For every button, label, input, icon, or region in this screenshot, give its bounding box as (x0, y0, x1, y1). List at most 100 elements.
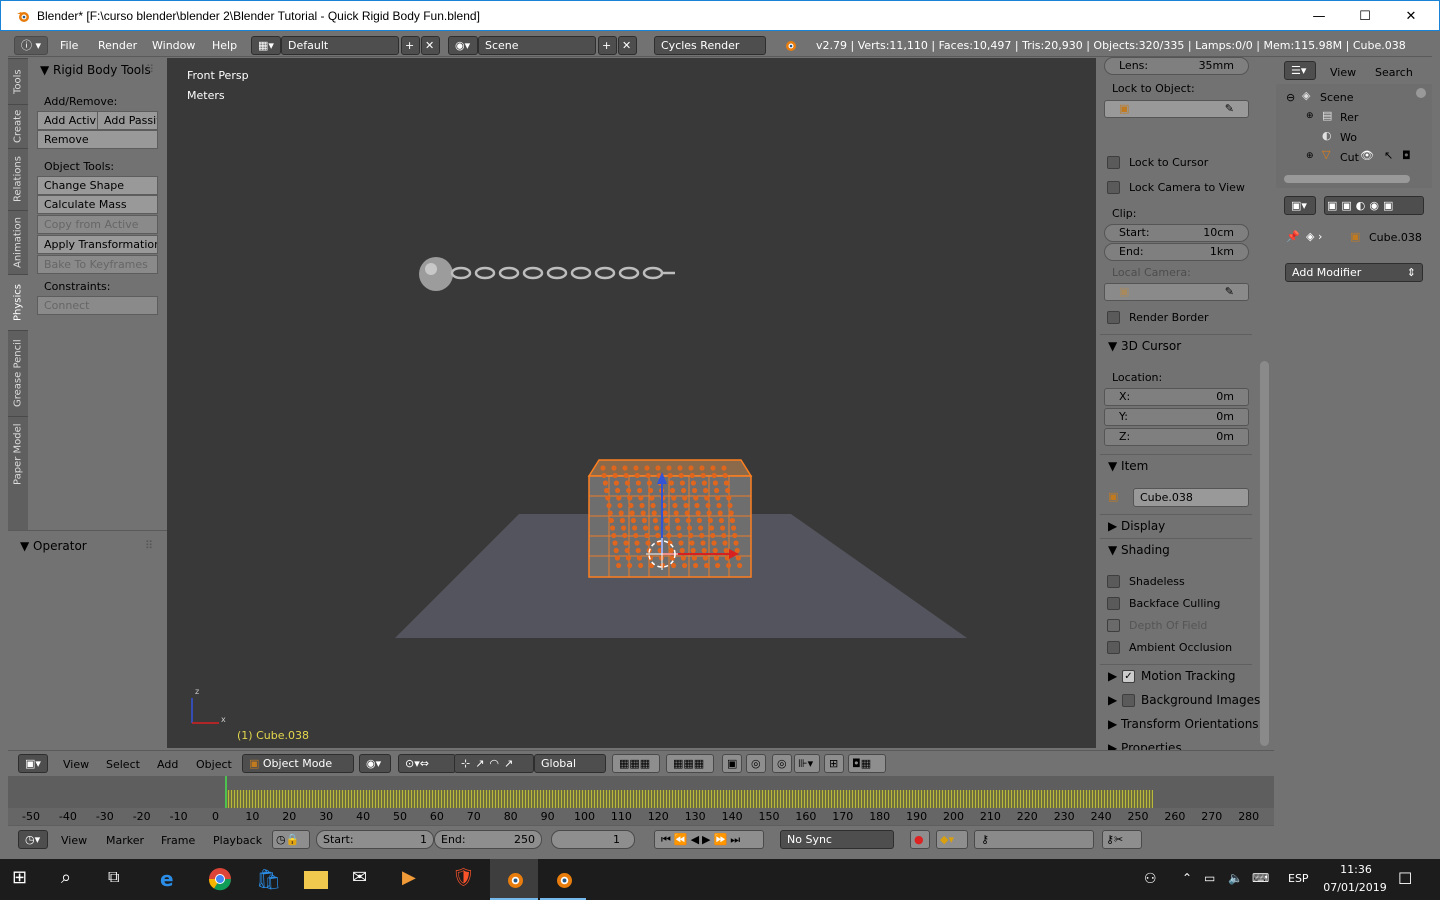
layout-remove-button[interactable]: ✕ (421, 36, 440, 55)
tray-chevron-icon[interactable]: ⌃ (1182, 871, 1192, 885)
network-icon[interactable]: ▭ (1204, 871, 1215, 885)
timeline-menu-frame[interactable]: Frame (161, 834, 195, 847)
timeline-menu-view[interactable]: View (61, 834, 87, 847)
render-engine-select[interactable]: Cycles Render (654, 36, 766, 55)
local-camera-field[interactable]: ▣ ✎ (1104, 283, 1249, 301)
keyframe-insert-icons[interactable]: ⚷✂ (1102, 830, 1142, 849)
menu-file[interactable]: File (60, 39, 78, 52)
edge-icon[interactable]: e (160, 867, 184, 891)
layout-select[interactable]: Default (281, 36, 399, 55)
outliner-editor-type-button[interactable]: ☰▾ (1284, 61, 1316, 80)
selected-cube-stack[interactable] (587, 459, 753, 578)
tab-relations[interactable]: Relations (8, 148, 28, 210)
shadeless-checkbox[interactable] (1107, 575, 1120, 588)
tab-tools[interactable]: Tools (8, 58, 28, 104)
panel-collapse-arrow[interactable]: ▼ (40, 63, 49, 77)
scene-icon-button[interactable]: ◉▾ (448, 36, 478, 55)
scene-render[interactable] (167, 58, 1096, 748)
background-images-section[interactable]: ▶ (1108, 693, 1117, 707)
render-preview-icon[interactable]: ◎ (746, 754, 766, 773)
scene-add-button[interactable]: + (598, 36, 617, 55)
clock-date[interactable]: 07/01/2019 (1320, 881, 1390, 894)
clock-time[interactable]: 11:36 (1326, 863, 1386, 876)
layout-add-button[interactable]: + (401, 36, 420, 55)
depth-of-field-checkbox[interactable] (1107, 619, 1120, 632)
tab-physics[interactable]: Physics (8, 274, 28, 330)
notification-icon[interactable]: ☐ (1398, 869, 1412, 888)
timeline-menu-marker[interactable]: Marker (106, 834, 144, 847)
minimize-button[interactable]: — (1296, 1, 1342, 31)
brave-icon[interactable]: 🛡 (452, 867, 476, 891)
menu-render[interactable]: Render (98, 39, 137, 52)
chrome-icon[interactable] (208, 867, 232, 891)
outliner-item-world[interactable]: Wo (1340, 131, 1357, 144)
store-icon[interactable]: 🛍 (256, 867, 281, 891)
tab-create[interactable]: Create (8, 104, 28, 148)
timeline-ruler[interactable]: -50 -40 -30 -20 -10 0 10 20 30 40 50 60 70 80 90 100 110… (8, 808, 1274, 825)
opengl-render-icons[interactable]: ◘▦ (848, 754, 886, 773)
windows-start-icon[interactable]: ⊞ (12, 867, 36, 891)
maximize-button[interactable]: ☐ (1342, 1, 1388, 31)
volume-icon[interactable]: 🔈 (1228, 871, 1243, 885)
item-name-field[interactable]: Cube.038 (1133, 488, 1249, 507)
snap-element-select[interactable]: ⊪▾ (794, 754, 820, 773)
transform-orientations-section[interactable]: ▶ Transform Orientations (1108, 717, 1259, 731)
view3d-editor-type-button[interactable]: ▣▾ (18, 754, 48, 773)
item-section[interactable]: ▼ Item (1108, 459, 1148, 473)
apply-transformation-button[interactable]: Apply Transformation (37, 235, 158, 254)
shading-select[interactable]: ◉▾ (359, 754, 391, 773)
mail-icon[interactable]: ✉ (352, 867, 376, 891)
scene-select[interactable]: Scene (478, 36, 596, 55)
cursor-icon[interactable]: ↖ (1384, 149, 1393, 162)
language-indicator[interactable]: ESP (1288, 872, 1309, 885)
keying-set-icon[interactable]: ◆▾ (936, 830, 968, 849)
add-modifier-button[interactable]: Add Modifier ⇕ (1285, 263, 1423, 282)
outliner-v-scrollbar[interactable] (1416, 88, 1426, 98)
file-explorer-icon[interactable] (304, 871, 328, 889)
add-passive-button[interactable]: Add Passiv (97, 111, 158, 130)
lock-camera-checkbox[interactable] (1107, 181, 1120, 194)
taskbar-blender-active[interactable] (490, 859, 538, 900)
info-editor-type-button[interactable]: ⓘ ▾ (14, 36, 48, 55)
layers-grid-1[interactable]: ▦▦▦ (612, 754, 660, 773)
calculate-mass-button[interactable]: Calculate Mass (37, 195, 158, 214)
clip-end-field[interactable]: End: 1km (1104, 243, 1249, 261)
menu-help[interactable]: Help (212, 39, 237, 52)
cursor-z-field[interactable]: Z: 0m (1104, 428, 1249, 446)
rigid-body-tools-title[interactable]: Rigid Body Tools (53, 63, 151, 77)
view3d-menu-select[interactable]: Select (106, 758, 140, 771)
npanel-scrollbar[interactable] (1260, 361, 1269, 746)
taskbar-blender-2[interactable] (540, 859, 586, 900)
view3d-menu-object[interactable]: Object (196, 758, 232, 771)
operator-title[interactable]: Operator (33, 539, 87, 553)
orientation-select[interactable]: Global (534, 754, 606, 773)
operator-collapse-arrow[interactable]: ▼ (20, 539, 29, 553)
lock-object-field[interactable]: ▣ ✎ (1104, 100, 1249, 118)
lock-to-cursor-checkbox[interactable] (1107, 156, 1120, 169)
clip-start-field[interactable]: Start: 10cm (1104, 224, 1249, 242)
backface-culling-checkbox[interactable] (1107, 597, 1120, 610)
change-shape-button[interactable]: Change Shape (37, 176, 158, 195)
shading-section[interactable]: ▼ Shading (1108, 543, 1170, 557)
media-player-icon[interactable]: ▶ (402, 867, 426, 891)
outliner-item-render[interactable]: Rer (1340, 111, 1358, 124)
manipulator-toggles[interactable]: ⊹↗◠↗ (454, 754, 534, 773)
preview-range-icons[interactable]: ◷🔒 (272, 830, 310, 849)
copy-from-active-button[interactable]: Copy from Active (37, 215, 158, 234)
keying-set-field[interactable]: ⚷ (974, 830, 1094, 849)
keyboard-icon[interactable]: ⌨ (1252, 871, 1269, 885)
proportional-edit-icon[interactable]: ◎ (772, 754, 792, 773)
search-icon[interactable]: ⌕ (61, 867, 85, 891)
sync-select[interactable]: No Sync (780, 830, 894, 849)
outliner-item-cube[interactable]: Cut (1340, 151, 1359, 164)
pivot-point-select[interactable]: ⊙▾⇔ (398, 754, 456, 773)
wrecking-ball[interactable] (419, 257, 453, 291)
playback-controls[interactable]: ⏮⏪◀▶⏩⏭ (654, 830, 764, 849)
view3d-menu-add[interactable]: Add (157, 758, 178, 771)
current-frame-indicator[interactable] (225, 776, 227, 808)
current-frame-field[interactable]: 1 (551, 830, 635, 849)
keyframe-range[interactable] (225, 790, 1153, 808)
outliner-search-menu[interactable]: Search (1375, 66, 1413, 79)
mode-select[interactable]: ▣ Object Mode (242, 754, 354, 773)
end-frame-field[interactable]: End: 250 (434, 830, 542, 849)
